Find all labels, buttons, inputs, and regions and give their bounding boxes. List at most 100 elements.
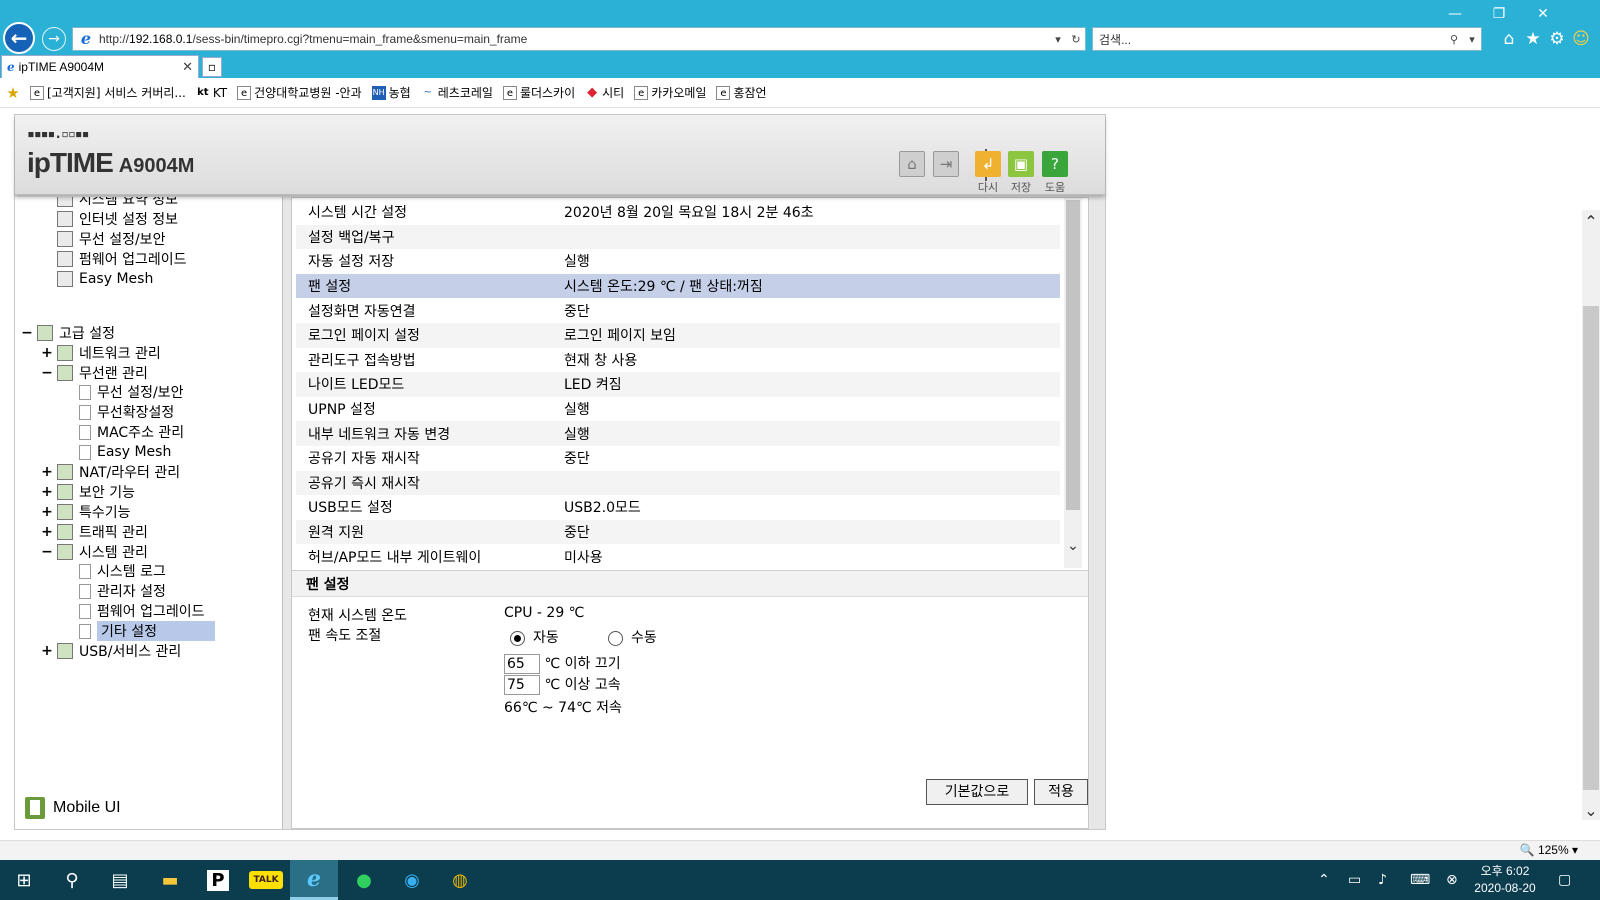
reload-button[interactable]: ↲ bbox=[975, 151, 1001, 177]
favorite-link[interactable]: kt KT bbox=[196, 86, 227, 100]
address-url[interactable]: http://192.168.0.1/sess-bin/timepro.cgi?… bbox=[99, 32, 1049, 46]
close-tab-icon[interactable]: ✕ bbox=[182, 59, 193, 75]
tree-item-system-log[interactable]: 시스템 로그 bbox=[79, 561, 166, 581]
search-button[interactable]: ⚲ bbox=[48, 860, 96, 900]
browser-tab[interactable]: e ipTIME A9004M ✕ bbox=[1, 55, 199, 78]
settings-row[interactable]: 관리도구 접속방법 현재 창 사용 bbox=[296, 348, 1060, 373]
close-window-button[interactable]: ✕ bbox=[1528, 4, 1558, 24]
gear-icon[interactable]: ⚙ bbox=[1546, 28, 1568, 50]
tree-group-wireless[interactable]: − 무선랜 관리 bbox=[41, 363, 148, 383]
address-bar[interactable]: e http://192.168.0.1/sess-bin/timepro.cg… bbox=[72, 27, 1086, 51]
tray-chevron-icon[interactable]: ⌃ bbox=[1318, 860, 1330, 900]
collapse-icon[interactable]: − bbox=[41, 544, 53, 560]
collapse-icon[interactable]: − bbox=[21, 325, 33, 341]
file-explorer-button[interactable]: ▬ bbox=[146, 860, 194, 900]
volume-icon[interactable]: ♪ bbox=[1378, 860, 1387, 900]
expand-icon[interactable]: + bbox=[41, 524, 53, 540]
search-icon[interactable]: ⚲ bbox=[1445, 33, 1463, 46]
help-button[interactable]: ? bbox=[1042, 151, 1068, 177]
tree-item-misc[interactable]: 기타 설정 bbox=[79, 621, 215, 641]
apply-button[interactable]: 적용 bbox=[1034, 779, 1088, 805]
radio-auto[interactable] bbox=[510, 630, 525, 646]
edge-button[interactable]: ◉ bbox=[388, 860, 436, 900]
settings-row[interactable]: 설정화면 자동연결 중단 bbox=[296, 298, 1060, 323]
settings-row[interactable]: 나이트 LED모드 LED 켜짐 bbox=[296, 372, 1060, 397]
settings-row[interactable]: 허브/AP모드 내부 게이트웨이 미사용 bbox=[296, 544, 1060, 568]
tree-item-firmware[interactable]: 펌웨어 업그레이드 bbox=[57, 249, 187, 269]
settings-row[interactable]: USB모드 설정 USB2.0모드 bbox=[296, 495, 1060, 520]
radio-manual[interactable] bbox=[608, 630, 623, 646]
tree-item-easymesh-2[interactable]: Easy Mesh bbox=[79, 442, 171, 462]
tree-group-security[interactable]: + 보안 기능 bbox=[41, 482, 135, 502]
mobile-ui-link[interactable]: Mobile UI bbox=[25, 797, 121, 819]
settings-scrollbar[interactable]: ⌄ bbox=[1064, 198, 1082, 568]
ie-taskbar-button[interactable]: e bbox=[290, 860, 338, 900]
tree-group-special[interactable]: + 특수기능 bbox=[41, 502, 131, 522]
settings-row[interactable]: 시스템 시간 설정 2020년 8월 20일 목요일 18시 2분 46초 bbox=[296, 200, 1060, 225]
back-button[interactable]: ← bbox=[3, 22, 35, 54]
favorites-star-icon[interactable]: ★ bbox=[1522, 28, 1544, 50]
expand-icon[interactable]: + bbox=[41, 484, 53, 500]
logout-button[interactable]: ⇥ bbox=[933, 151, 959, 177]
favorite-link[interactable]: ◆ 시티 bbox=[585, 84, 624, 101]
scrollbar-thumb[interactable] bbox=[1583, 306, 1599, 790]
home-icon[interactable]: ⌂ bbox=[1498, 28, 1520, 50]
tree-item-wireless-security[interactable]: 무선 설정/보안 bbox=[57, 229, 165, 249]
default-button[interactable]: 기본값으로 bbox=[926, 779, 1028, 805]
tree-item-mac[interactable]: MAC주소 관리 bbox=[79, 422, 184, 442]
settings-row[interactable]: 내부 네트워크 자동 변경 실행 bbox=[296, 421, 1060, 446]
settings-row[interactable]: 로그인 페이지 설정 로그인 페이지 보임 bbox=[296, 322, 1060, 348]
task-view-button[interactable]: ▤ bbox=[96, 860, 144, 900]
favorite-link[interactable]: ~ 레츠코레일 bbox=[421, 84, 493, 101]
search-box[interactable]: 검색... ⚲ ▾ bbox=[1092, 27, 1482, 51]
tree-group-traffic[interactable]: + 트래픽 관리 bbox=[41, 522, 148, 542]
tree-item-wireless-security[interactable]: 무선 설정/보안 bbox=[79, 382, 183, 402]
chevron-down-icon[interactable]: ⌄ bbox=[1582, 801, 1600, 820]
settings-row[interactable]: UPNP 설정 실행 bbox=[296, 397, 1060, 422]
tree-group-system[interactable]: − 시스템 관리 bbox=[41, 542, 148, 562]
dropdown-icon[interactable]: ▾ bbox=[1049, 33, 1067, 46]
expand-icon[interactable]: + bbox=[41, 504, 53, 520]
tree-group-network[interactable]: + 네트워크 관리 bbox=[41, 343, 161, 363]
notification-icon[interactable]: ▢ bbox=[1558, 860, 1571, 900]
kakaotalk-button[interactable]: TALK bbox=[242, 860, 290, 900]
scrollbar-thumb[interactable] bbox=[1066, 200, 1080, 510]
high-temp-input[interactable] bbox=[504, 675, 540, 695]
minimize-button[interactable]: — bbox=[1440, 4, 1470, 24]
save-button[interactable]: ▣ bbox=[1008, 151, 1034, 177]
tree-group-advanced[interactable]: − 고급 설정 bbox=[21, 323, 115, 343]
search-dropdown-icon[interactable]: ▾ bbox=[1463, 33, 1481, 46]
forward-button[interactable]: → bbox=[42, 27, 66, 51]
start-button[interactable]: ⊞ bbox=[0, 860, 48, 900]
settings-row[interactable]: 공유기 즉시 재시작 bbox=[296, 470, 1060, 496]
favorites-add-icon[interactable]: ★ bbox=[6, 85, 20, 100]
favorite-link[interactable]: NH 농협 bbox=[371, 84, 411, 101]
page-scrollbar[interactable]: ⌃ ⌄ bbox=[1582, 210, 1600, 820]
favorite-link[interactable]: e [고객지원] 서비스 커버리... bbox=[30, 84, 186, 101]
zoom-control[interactable]: 🔍 125% ▾ bbox=[1520, 843, 1578, 857]
keyboard-icon[interactable]: ⌨ bbox=[1410, 860, 1430, 900]
chevron-down-icon[interactable]: ⌄ bbox=[1066, 538, 1080, 554]
settings-row[interactable]: 원격 지원 중단 bbox=[296, 519, 1060, 545]
chevron-up-icon[interactable]: ⌃ bbox=[1582, 212, 1600, 231]
network-icon[interactable]: ▭ bbox=[1348, 860, 1361, 900]
tree-group-usb[interactable]: + USB/서비스 관리 bbox=[41, 641, 181, 661]
favorite-link[interactable]: e 카카오메일 bbox=[634, 84, 706, 101]
search-input[interactable]: 검색... bbox=[1099, 31, 1445, 48]
app-button[interactable]: P bbox=[194, 860, 242, 900]
settings-row[interactable]: 자동 설정 저장 실행 bbox=[296, 249, 1060, 274]
tree-item-firmware-2[interactable]: 펌웨어 업그레이드 bbox=[79, 601, 205, 621]
app-green-button[interactable]: ● bbox=[340, 860, 388, 900]
expand-icon[interactable]: + bbox=[41, 464, 53, 480]
tree-group-nat[interactable]: + NAT/라우터 관리 bbox=[41, 462, 180, 482]
home-button[interactable]: ⌂ bbox=[899, 151, 925, 177]
settings-row[interactable]: 설정 백업/복구 bbox=[296, 224, 1060, 250]
chrome-button[interactable]: ◍ bbox=[436, 860, 484, 900]
expand-icon[interactable]: + bbox=[41, 345, 53, 361]
fan-mode-auto[interactable]: 자동 bbox=[510, 627, 559, 647]
clock[interactable]: 오후 6:02 2020-08-20 bbox=[1470, 863, 1540, 897]
low-temp-input[interactable] bbox=[504, 654, 540, 674]
collapse-icon[interactable]: − bbox=[41, 365, 53, 381]
favorite-link[interactable]: e 룰더스카이 bbox=[502, 84, 575, 101]
favorite-link[interactable]: e 홍잠언 bbox=[716, 84, 767, 101]
